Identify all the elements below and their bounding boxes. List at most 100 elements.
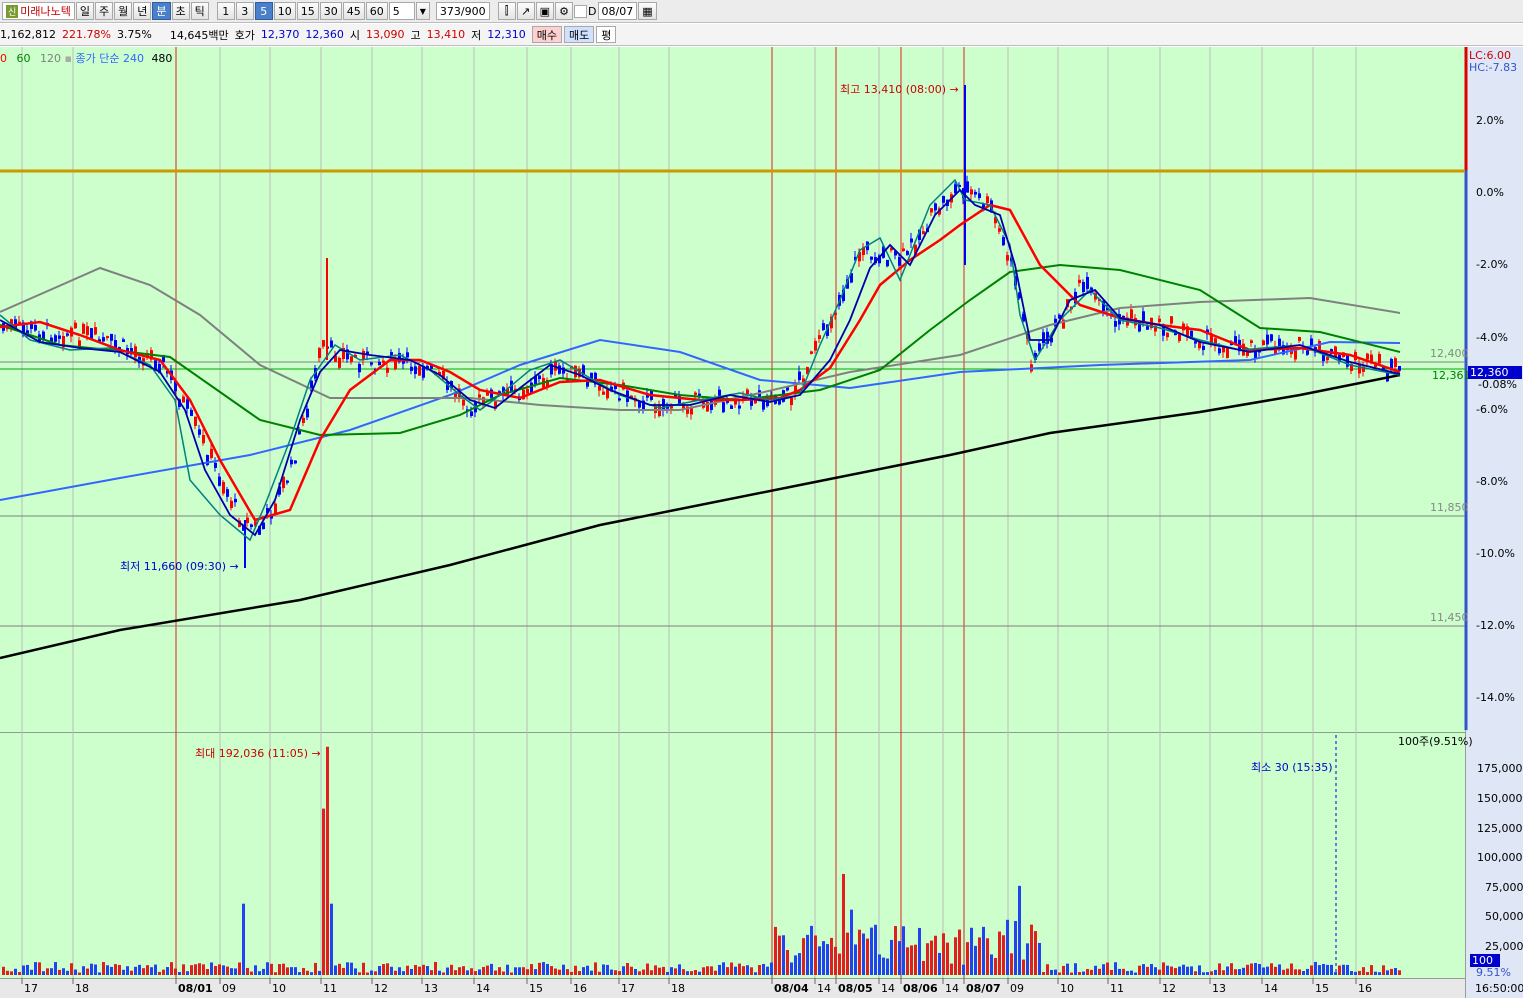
period-month-button[interactable]: 월 — [114, 2, 133, 20]
volume-bar — [858, 929, 861, 975]
volume-bar — [514, 967, 517, 975]
interval-60-button[interactable]: 60 — [365, 2, 388, 20]
volume-bar — [930, 940, 933, 975]
period-second-button[interactable]: 초 — [171, 2, 190, 20]
volume-bar — [1206, 972, 1209, 975]
candle-body — [226, 489, 229, 497]
legend-ma-b: 60 — [16, 52, 31, 65]
interval-input[interactable]: 5 — [388, 2, 415, 20]
candle-body — [738, 405, 741, 409]
volume-bar — [810, 925, 813, 975]
buy-button[interactable]: 매수 — [531, 26, 562, 43]
volume-bar — [214, 965, 217, 975]
candle-body — [350, 356, 353, 362]
x-axis-label: 16 — [1358, 982, 1372, 995]
volume-bar — [1006, 919, 1009, 975]
vol-min-annotation: 최소 30 (15:35) — [1251, 761, 1333, 774]
interval-5-button[interactable]: 5 — [254, 2, 273, 20]
draw-tool-icon[interactable]: ↗ — [516, 2, 535, 20]
candle-body — [942, 195, 945, 203]
x-axis-label: 14 — [817, 982, 831, 995]
period-week-button[interactable]: 주 — [95, 2, 114, 20]
volume-bar — [1218, 963, 1221, 975]
volume-bar — [982, 926, 985, 975]
volume-bar — [90, 963, 93, 975]
volume-bar — [742, 966, 745, 975]
candle-body — [698, 393, 701, 396]
volume-bar — [862, 933, 865, 975]
vol-tick-4: 75,000 — [1485, 881, 1523, 894]
save-icon[interactable]: ▣ — [535, 2, 555, 20]
volume-bar — [1178, 966, 1181, 975]
volume-bar — [1022, 959, 1025, 975]
x-axis-label: 08/06 — [903, 982, 938, 995]
volume-bar — [1374, 971, 1377, 975]
candle-body — [1202, 345, 1205, 351]
interval-dropdown-icon[interactable]: ▼ — [415, 2, 430, 20]
volume-bar — [622, 966, 625, 975]
candle-body — [1394, 358, 1397, 367]
candle-body — [598, 385, 601, 391]
x-axis-label: 18 — [671, 982, 685, 995]
volume-bar — [430, 970, 433, 975]
volume-bar — [850, 909, 853, 975]
volume-bar — [1150, 963, 1153, 975]
change-rate: 3.75% — [116, 28, 152, 41]
level-label-12400: 12,400 — [1430, 347, 1469, 360]
candle-body — [730, 405, 733, 409]
volume-bar — [110, 966, 113, 975]
volume-bar — [614, 970, 617, 975]
x-axis-label: 14 — [881, 982, 895, 995]
interval-1-button[interactable]: 1 — [216, 2, 235, 20]
legend-ma-a: 0 — [0, 52, 7, 65]
volume-bar — [610, 969, 613, 975]
date-input[interactable]: 08/07 — [597, 2, 638, 20]
interval-15-button[interactable]: 15 — [296, 2, 319, 20]
volume-bar — [1318, 965, 1321, 975]
volume-bar — [574, 965, 577, 975]
volume-bar — [966, 942, 969, 975]
volume-bar — [546, 964, 549, 975]
volume-bar — [326, 746, 329, 975]
volume-bar — [1138, 965, 1141, 975]
stock-selector[interactable]: 신 미래나노텍 — [2, 2, 75, 20]
price-chart[interactable]: 17 18 08/01 09 10 11 12 13 14 15 16 17 18 08/04 14 08/0… — [0, 47, 1523, 998]
candle-body — [1366, 353, 1369, 360]
interval-30-button[interactable]: 30 — [319, 2, 342, 20]
interval-45-button[interactable]: 45 — [342, 2, 365, 20]
date-checkbox[interactable] — [574, 4, 588, 18]
volume-bar — [702, 967, 705, 975]
volume-bar — [1326, 964, 1329, 975]
volume-bar — [1354, 971, 1357, 975]
volume-bar — [1082, 971, 1085, 975]
sell-button[interactable]: 매도 — [564, 26, 595, 43]
candle-body — [1170, 316, 1173, 324]
volume-bar — [522, 967, 525, 975]
volume-bar — [1346, 964, 1349, 975]
avg-button[interactable]: 평 — [596, 26, 617, 43]
settings-gear-icon[interactable]: ⚙ — [555, 2, 574, 20]
volume-bar — [1186, 966, 1189, 975]
candle-type-icon[interactable]: ⫿ — [497, 2, 516, 20]
volume-bar — [406, 965, 409, 975]
interval-10-button[interactable]: 10 — [273, 2, 296, 20]
volume-bar — [910, 945, 913, 975]
period-year-button[interactable]: 년 — [133, 2, 152, 20]
volume-bar — [1078, 972, 1081, 975]
period-minute-button[interactable]: 분 — [152, 2, 171, 20]
calendar-icon[interactable]: ▦ — [638, 2, 657, 20]
count-input[interactable]: 373/900 — [435, 2, 490, 20]
candle-body — [1326, 357, 1329, 361]
volume-bar — [114, 964, 117, 975]
candle-body — [82, 323, 85, 334]
volume-bar — [778, 935, 781, 975]
volume-bar — [590, 970, 593, 975]
volume-bar — [66, 970, 69, 975]
period-day-button[interactable]: 일 — [75, 2, 95, 20]
interval-3-button[interactable]: 3 — [235, 2, 254, 20]
x-axis-label: 08/01 — [178, 982, 213, 995]
volume-bar — [1254, 963, 1257, 975]
period-tick-button[interactable]: 틱 — [190, 2, 209, 20]
volume-bar — [830, 937, 833, 975]
candle-body — [818, 335, 821, 339]
